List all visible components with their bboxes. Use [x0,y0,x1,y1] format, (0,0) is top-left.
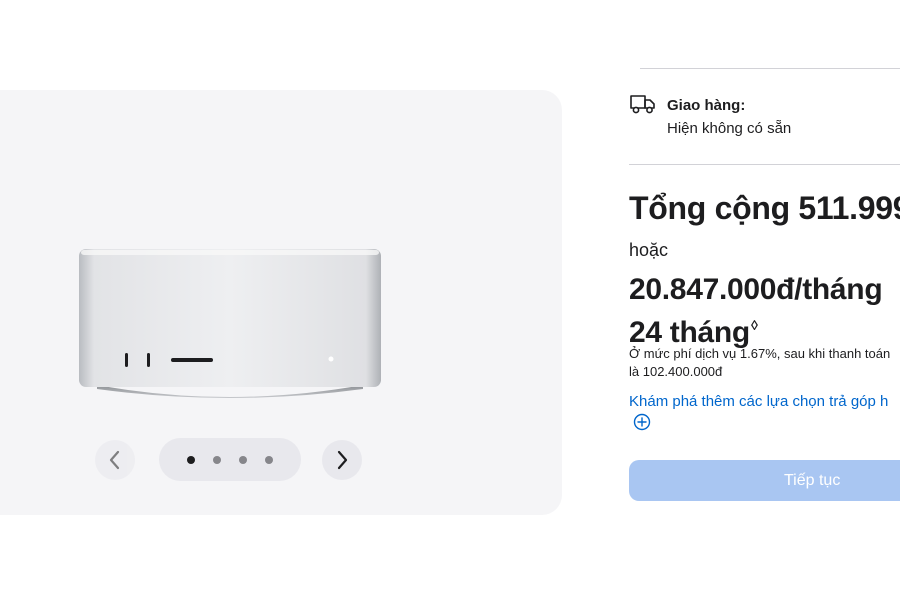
next-image-button[interactable] [322,440,362,480]
product-gallery [0,90,562,515]
delivery-status: Hiện không có sẵn [667,120,792,137]
pagination-dot-1[interactable] [187,455,195,464]
chevron-left-icon [109,450,120,470]
or-label: hoặc [629,240,669,260]
pagination-dot-3[interactable] [239,455,247,464]
pagination-dot-4[interactable] [265,455,273,464]
top-divider [640,68,900,69]
service-fee-note: Ở mức phí dịch vụ 1.67%, sau khi thanh t… [629,345,890,381]
product-image [79,249,381,398]
installment-term: 24 tháng◊ [629,308,758,350]
fee-note-line-1: Ở mức phí dịch vụ 1.67%, sau khi thanh t… [629,346,891,361]
total-price: Tổng cộng 511.999 [629,190,900,226]
pagination-dot-2[interactable] [213,455,221,464]
previous-image-button[interactable] [95,440,135,480]
truck-icon [630,95,655,114]
section-divider [629,164,900,165]
continue-button[interactable]: Tiếp tục [629,460,900,501]
delivery-title: Giao hàng: [667,97,746,114]
monthly-price: 20.847.000đ/tháng [629,273,883,306]
fee-note-line-2: là 102.400.000đ [629,364,723,379]
chevron-right-icon [337,450,348,470]
gallery-pagination [159,438,301,481]
footnote-marker: ◊ [750,317,758,333]
explore-installment-link[interactable]: Khám phá thêm các lựa chọn trả góp h [629,393,888,410]
plus-circle-icon[interactable] [633,413,651,431]
